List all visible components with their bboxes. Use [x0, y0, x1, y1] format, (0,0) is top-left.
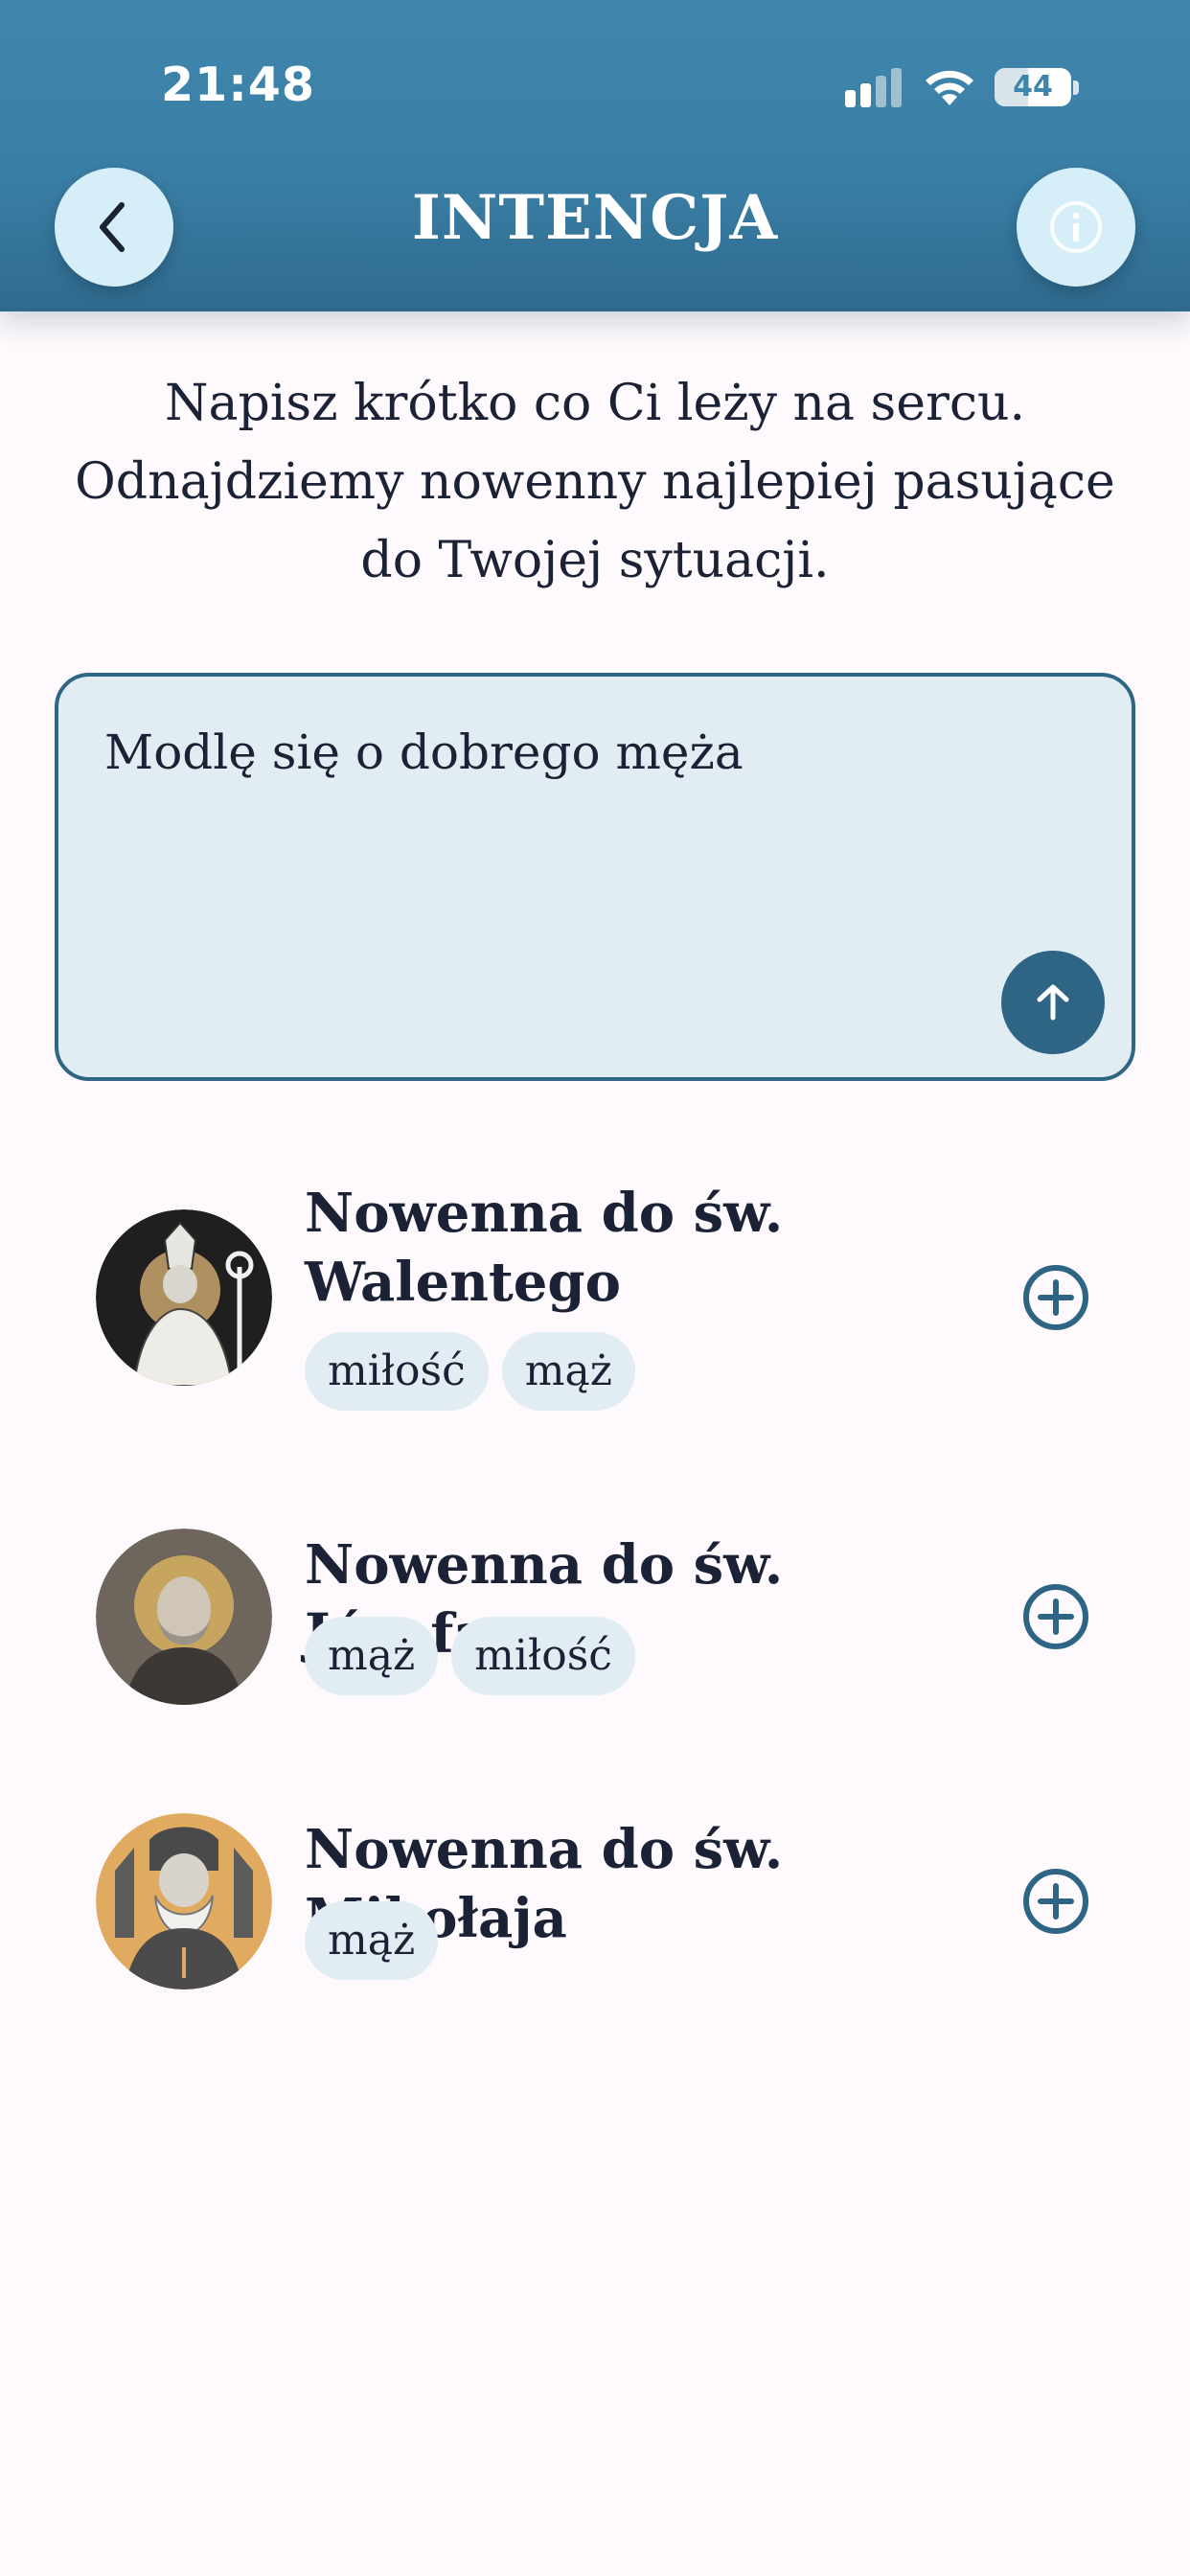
tag[interactable]: mąż	[305, 1901, 439, 1980]
tag[interactable]: miłość	[305, 1332, 489, 1411]
tag-list: mąż	[305, 1901, 439, 1980]
tag-list: mąż miłość	[305, 1617, 635, 1695]
intro-text: Napisz krótko co Ci leży na sercu. Odnaj…	[75, 375, 1115, 589]
status-time: 21:48	[161, 58, 315, 112]
novena-title: Nowenna do św. Walentego	[305, 1182, 784, 1314]
info-icon	[1050, 201, 1102, 253]
chevron-left-icon	[100, 202, 125, 252]
back-button[interactable]	[55, 168, 173, 287]
st-nicholas-avatar	[96, 1813, 272, 1990]
intention-input-value[interactable]: Modlę się o dobrego męża	[104, 724, 1063, 780]
st-joseph-avatar	[96, 1529, 272, 1705]
cellular-signal-icon	[845, 68, 902, 107]
battery-indicator: 44	[995, 68, 1071, 106]
battery-cap	[1073, 80, 1079, 95]
info-button[interactable]	[1017, 168, 1135, 287]
tag[interactable]: mąż	[501, 1332, 635, 1411]
add-novena-button[interactable]	[1021, 1582, 1090, 1651]
send-button[interactable]	[1001, 951, 1105, 1054]
plus-circle-icon	[1023, 1869, 1088, 1934]
plus-circle-icon	[1023, 1584, 1088, 1649]
arrow-up-icon	[1037, 984, 1069, 1021]
tag[interactable]: mąż	[305, 1617, 439, 1695]
plus-circle-icon	[1023, 1265, 1088, 1330]
intention-input[interactable]: Modlę się o dobrego męża	[55, 673, 1135, 1081]
add-novena-button[interactable]	[1021, 1263, 1090, 1332]
st-valentine-avatar	[96, 1209, 272, 1386]
app-header: 21:48 44 INTENCJA	[0, 0, 1190, 311]
novena-list-item[interactable]: Nowenna do św. Józefa mąż miłość	[0, 1529, 1190, 1720]
add-novena-button[interactable]	[1021, 1867, 1090, 1936]
wifi-icon	[926, 70, 973, 105]
tag[interactable]: miłość	[451, 1617, 635, 1695]
novena-list-item[interactable]: Nowenna do św. Mikołaja mąż	[0, 1813, 1190, 2005]
tag-list: miłość mąż	[305, 1332, 635, 1411]
novena-list-item[interactable]: Nowenna do św. Walentego miłość mąż	[0, 1179, 1190, 1428]
battery-percentage: 44	[1013, 70, 1053, 104]
page-title: INTENCJA	[411, 182, 779, 254]
